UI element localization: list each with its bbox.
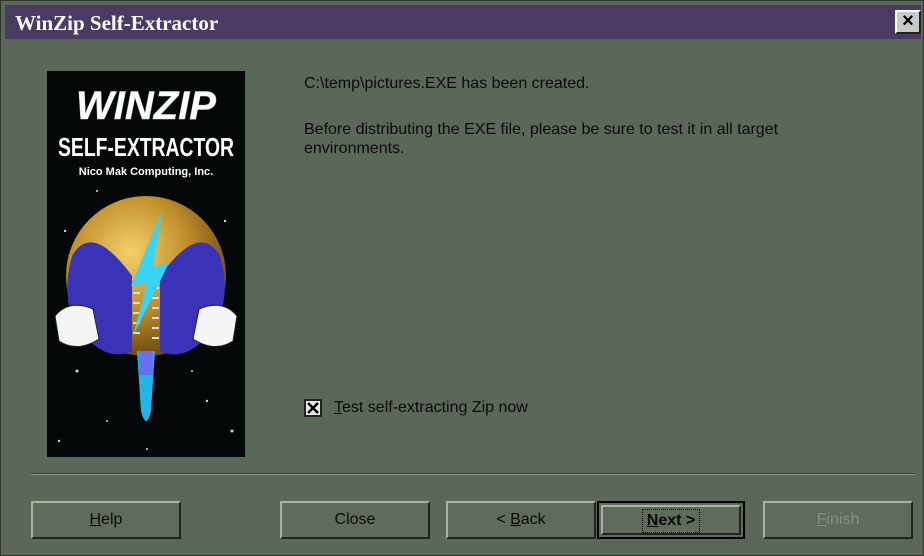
zipper-globe-lightning-icon: WINZIP SELF-EXTRACTOR Nico Mak Computing… [54,84,238,450]
test-zip-checkbox-label[interactable]: Test self-extracting Zip now [334,399,528,417]
help-button[interactable]: Help [31,501,181,539]
check-x-icon [307,402,319,414]
distribution-advice: Before distributing the EXE file, please… [304,121,779,157]
logo-brand-text: WINZIP [76,84,216,128]
next-button-face: Next > [601,505,741,535]
test-zip-checkbox[interactable] [304,399,322,417]
logo-company-text: Nico Mak Computing, Inc. [79,166,213,178]
close-button[interactable]: Close [280,501,430,539]
wizard-dialog: WinZip Self-Extractor × WINZIP SELF-EXTR… [0,0,924,556]
winzip-logo-image: WINZIP SELF-EXTRACTOR Nico Mak Computing… [47,71,245,457]
back-button[interactable]: < Back [446,501,596,539]
window-title: WinZip Self-Extractor [15,11,219,35]
next-button-focus-rect: Next > [641,509,701,533]
logo-subtitle-text: SELF-EXTRACTOR [58,132,234,162]
separator-line-highlight [31,474,915,475]
close-window-button[interactable]: × [895,10,921,34]
title-bar[interactable]: WinZip Self-Extractor × [5,5,921,39]
created-message: C:\temp\pictures.EXE has been created. [304,75,590,92]
next-button[interactable]: Next > [597,501,745,539]
finish-button[interactable]: Finish [763,501,913,539]
